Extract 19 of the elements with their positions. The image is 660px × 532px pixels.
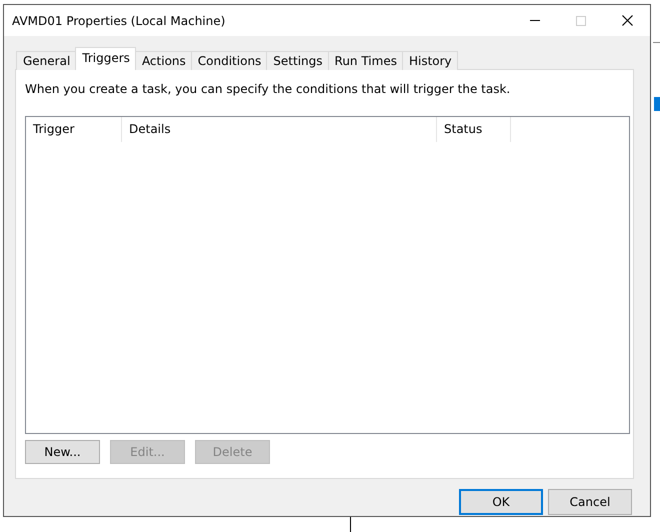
tab[interactable]: General — [16, 51, 76, 70]
tab[interactable]: Run Times — [328, 51, 403, 70]
column-header[interactable]: Details — [122, 117, 437, 142]
tab[interactable]: History — [402, 51, 458, 70]
dialog-button[interactable]: Cancel — [548, 489, 632, 515]
list-button[interactable]: New... — [25, 440, 100, 464]
tab[interactable]: Actions — [134, 51, 192, 70]
minimize-icon[interactable] — [530, 20, 540, 21]
tab[interactable]: Triggers — [75, 47, 136, 70]
window-title: AVMD01 Properties (Local Machine) — [12, 14, 226, 28]
dialog-button[interactable]: OK — [459, 489, 543, 515]
description-text: When you create a task, you can specify the conditions that will trigger the task. — [25, 82, 512, 96]
maximize-icon[interactable] — [576, 16, 586, 26]
tab[interactable]: Conditions — [190, 51, 268, 70]
close-icon[interactable] — [622, 15, 632, 26]
column-header[interactable]: Status — [437, 117, 511, 142]
tab[interactable]: Settings — [266, 51, 329, 70]
trigger-list[interactable]: Trigger Details Status — [25, 116, 630, 434]
column-header[interactable]: Trigger — [26, 117, 122, 142]
